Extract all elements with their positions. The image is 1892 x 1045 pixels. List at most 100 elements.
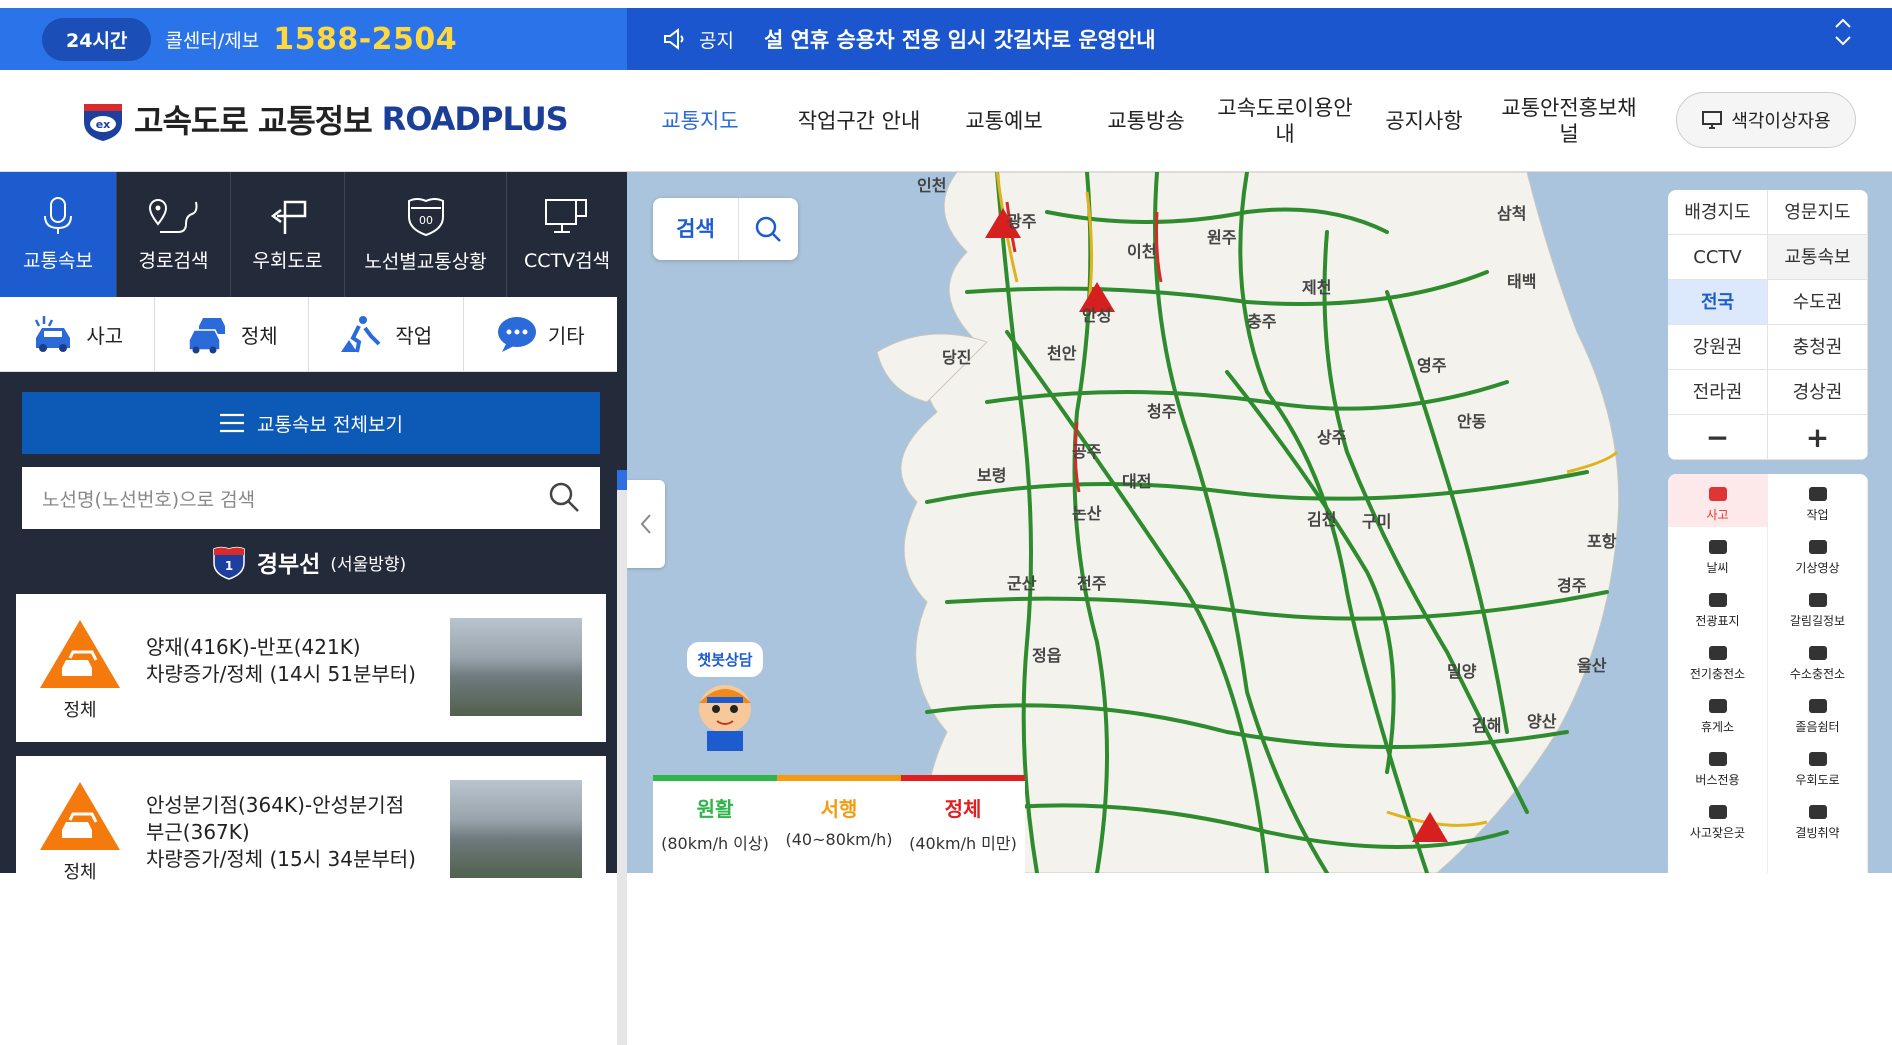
search-icon[interactable] (548, 481, 580, 513)
search-placeholder: 노선명(노선번호)으로 검색 (42, 488, 256, 511)
city-label: 청주 (1147, 402, 1177, 421)
control-label: + (1805, 420, 1830, 454)
map-control-panel: 배경 지도 영문 지도 CCTV 교통 속보 전국 수도권강원권 충청권전라권 경상권 − + (1668, 190, 1868, 460)
filter-accident[interactable]: 사고 (0, 297, 155, 371)
map-control-11[interactable]: + (1768, 415, 1868, 460)
layer-toggle-0[interactable]: 사고 (1668, 474, 1768, 527)
map-control-4[interactable]: 전국 (1668, 280, 1768, 325)
map-search-label: 검색 (653, 198, 739, 260)
logo-brand: ROADPLUS (381, 100, 569, 138)
city-label: 천안 (1047, 344, 1077, 363)
collapse-sidebar-button[interactable] (627, 480, 665, 568)
city-label: 구미 (1362, 512, 1392, 531)
city-label: 양산 (1527, 712, 1557, 731)
layer-toggle-3[interactable]: 기상영상 (1768, 527, 1868, 580)
layer-label: 사고 (1706, 508, 1729, 522)
city-label: 안성 (1082, 306, 1112, 325)
layer-toggle-6[interactable]: 전기충전소 (1668, 633, 1768, 686)
card-info: 양재(416K)-반포(421K) 차량증가/정체 (14시 51분부터) (146, 634, 416, 688)
map-control-10[interactable]: − (1668, 415, 1768, 460)
tab-route-search[interactable]: 경로검색 (117, 172, 231, 297)
chatbot-mascot-icon (699, 685, 751, 751)
layer-toggle-11[interactable]: 우회도로 (1768, 739, 1868, 792)
news-card[interactable]: 정체 안성분기점(364K)-안성분기점 부근(367K) 차량증가/정체 (1… (16, 756, 606, 883)
layer-toggle-15[interactable] (1768, 845, 1868, 873)
card-line: 차량증가/정체 (15시 34분부터) (146, 847, 416, 871)
layer-label: 날씨 (1706, 561, 1729, 575)
map-control-3[interactable]: 교통 속보 (1768, 235, 1868, 280)
map-control-9[interactable]: 경상권 (1768, 370, 1868, 415)
cctv-thumbnail[interactable] (450, 780, 582, 878)
layer-toggle-2[interactable]: 날씨 (1668, 527, 1768, 580)
city-label: 김천 (1307, 510, 1337, 529)
map-control-6[interactable]: 강원권 (1668, 325, 1768, 370)
scrollbar-thumb[interactable] (617, 470, 627, 490)
layer-toggle-1[interactable]: 작업 (1768, 474, 1868, 527)
legend-label: 서행 (820, 797, 858, 821)
city-label: 공주 (1072, 442, 1102, 461)
control-label: 강원권 (1692, 336, 1743, 358)
chevron-up-icon[interactable] (1834, 16, 1852, 30)
map-control-0[interactable]: 배경 지도 (1668, 190, 1768, 235)
layer-toggle-5[interactable]: 갈림길정보 (1768, 580, 1868, 633)
control-label: 영문 (1784, 201, 1818, 223)
layer-toggle-8[interactable]: 휴게소 (1668, 686, 1768, 739)
map-search-button[interactable]: 검색 (653, 198, 798, 260)
city-label: 포항 (1587, 532, 1617, 551)
card-status: 정체 (63, 862, 97, 883)
tab-traffic-news[interactable]: 교통속보 (0, 172, 117, 297)
layer-toggle-7[interactable]: 수소충전소 (1768, 633, 1868, 686)
layer-toggle-14[interactable] (1668, 845, 1768, 873)
chevron-down-icon[interactable] (1834, 34, 1852, 48)
layer-toggle-4[interactable]: 전광표지 (1668, 580, 1768, 633)
card-status: 정체 (63, 700, 97, 721)
layer-toggle-10[interactable]: 버스전용 (1668, 739, 1768, 792)
colorblind-mode-button[interactable]: 색각이상자용 (1676, 92, 1856, 148)
notice-label: 공지 (699, 29, 734, 52)
view-all-news-button[interactable]: 교통속보 전체보기 (22, 392, 600, 454)
layer-toggle-9[interactable]: 졸음쉼터 (1768, 686, 1868, 739)
nav-traffic-map[interactable]: 교통지도 (652, 108, 748, 134)
accident-icon (1708, 487, 1727, 501)
tab-cctv-search[interactable]: CCTV검색 (507, 172, 627, 297)
filter-congestion[interactable]: 정체 (155, 297, 309, 371)
layer-toggle-13[interactable]: 결빙취약 (1768, 792, 1868, 845)
filter-other[interactable]: 기타 (464, 297, 618, 371)
map-control-5[interactable]: 수도권 (1768, 280, 1868, 325)
map-control-2[interactable]: CCTV (1668, 235, 1768, 280)
nav-safety-channel[interactable]: 교통안전홍보채널 (1498, 95, 1640, 147)
nav-work-zone[interactable]: 작업구간 안내 (786, 108, 932, 134)
route-search-input[interactable]: 노선명(노선번호)으로 검색 (22, 467, 600, 529)
route-number: 1 (225, 559, 233, 573)
congestion-badge: 정체 (38, 780, 122, 884)
nav-highway-guide[interactable]: 고속도로이용안내 (1214, 95, 1356, 147)
map-control-1[interactable]: 영문 지도 (1768, 190, 1868, 235)
microphone-icon (44, 197, 72, 234)
filter-roadwork[interactable]: 작업 (309, 297, 464, 371)
scrollbar-track[interactable] (617, 470, 627, 1045)
nav-notices[interactable]: 공지사항 (1376, 108, 1472, 134)
notice-text[interactable]: 설 연휴 승용차 전용 임시 갓길차로 운영안내 (764, 24, 1156, 54)
tab-route-status[interactable]: 00 노선별교통상황 (345, 172, 507, 297)
control-label: 충청권 (1792, 336, 1843, 358)
control-label: 교통 (1784, 246, 1818, 268)
traffic-map[interactable]: 인천 광주 이천 원주 삼척 제천 태백 충주 당진 천안 안성 영주 청주 안동 보령 공주 대전 상주 논산 김천… (627, 172, 1892, 873)
site-logo[interactable]: ex 고속도로 교통정보 ROADPLUS (80, 96, 569, 142)
filter-label: 작업 (395, 323, 433, 348)
tab-detour[interactable]: 우회도로 (231, 172, 345, 297)
news-card[interactable]: 정체 양재(416K)-반포(421K) 차량증가/정체 (14시 51분부터) (16, 594, 606, 742)
nav-traffic-forecast[interactable]: 교통예보 (956, 108, 1052, 134)
cctv-thumbnail[interactable] (450, 618, 582, 716)
cctv-icon (545, 199, 587, 233)
city-label: 대전 (1122, 472, 1152, 491)
legend-range: (40~80km/h) (785, 830, 893, 849)
nav-traffic-broadcast[interactable]: 교통방송 (1098, 108, 1194, 134)
chatbot-widget[interactable]: 챗봇상담 (677, 642, 777, 757)
map-control-7[interactable]: 충청권 (1768, 325, 1868, 370)
layer-toggle-12[interactable]: 사고잦은곳 (1668, 792, 1768, 845)
chevron-left-icon (640, 514, 651, 534)
control-label: 전라권 (1692, 381, 1743, 403)
logo-text: 고속도로 교통정보 (134, 102, 373, 140)
map-control-8[interactable]: 전라권 (1668, 370, 1768, 415)
callcenter-phone[interactable]: 1588-2504 (273, 22, 457, 57)
